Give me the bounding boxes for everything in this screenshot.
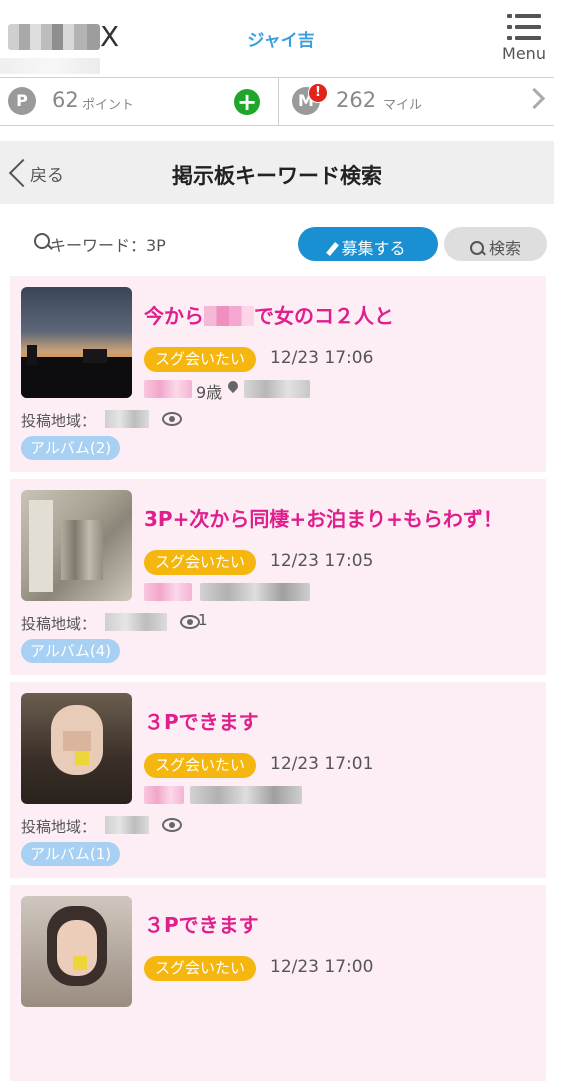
censored-text xyxy=(204,306,254,326)
post-profile-info xyxy=(144,784,539,806)
mile-balance[interactable]: M ! 262 マイル xyxy=(279,78,554,125)
post-thumbnail[interactable] xyxy=(21,693,132,804)
post-profile-info xyxy=(144,581,539,603)
add-points-button[interactable]: + xyxy=(234,89,260,115)
search-icon xyxy=(34,233,50,249)
post-age: 9歳 xyxy=(196,383,223,402)
censored-profile xyxy=(200,583,310,601)
mile-value: 262 xyxy=(336,88,377,112)
search-button[interactable]: 検索 xyxy=(444,227,547,261)
censored-area xyxy=(105,816,149,834)
post-time: 12/23 17:00 xyxy=(270,957,374,977)
chevron-right-icon xyxy=(523,87,546,110)
alert-badge-icon: ! xyxy=(308,83,328,103)
censored-area xyxy=(105,410,149,428)
post-thumbnail[interactable] xyxy=(21,896,132,1007)
logo-sub-blur xyxy=(0,58,100,74)
menu-label: Menu xyxy=(502,44,546,63)
menu-button[interactable]: Menu xyxy=(500,14,548,64)
censored-area xyxy=(105,613,167,631)
post-thumbnail[interactable] xyxy=(21,490,132,601)
mile-unit: マイル xyxy=(383,98,423,113)
menu-icon xyxy=(507,14,541,42)
app-header: X ジャイ吉 Menu xyxy=(0,0,562,78)
post-title-part: 今から xyxy=(144,304,204,328)
post-time: 12/23 17:05 xyxy=(270,551,374,571)
post-title[interactable]: ３Pできます xyxy=(144,909,539,938)
meet-now-tag: スグ会いたい xyxy=(144,550,256,575)
area-label: 投稿地域： xyxy=(21,412,97,430)
post-time: 12/23 17:01 xyxy=(270,754,374,774)
censored-profile xyxy=(190,786,302,804)
point-value: 62 xyxy=(52,88,79,112)
post-title[interactable]: ３Pできます xyxy=(144,706,539,735)
area-label: 投稿地域： xyxy=(21,615,97,633)
post-title-part: で女のコ２人と xyxy=(254,304,394,328)
eye-icon xyxy=(162,818,182,832)
meet-now-tag: スグ会いたい xyxy=(144,347,256,372)
album-tag[interactable]: アルバム(4) xyxy=(21,639,121,663)
post-profile-info: 9歳 xyxy=(144,378,539,402)
view-count: 1 xyxy=(198,611,208,629)
album-tag[interactable]: アルバム(2) xyxy=(21,436,121,460)
meet-now-tag: スグ会いたい xyxy=(144,753,256,778)
meet-now-tag: スグ会いたい xyxy=(144,956,256,981)
search-label: 検索 xyxy=(488,239,521,258)
recruit-label: 募集する xyxy=(341,239,406,258)
points-bar: P 62 ポイント + M ! 262 マイル xyxy=(0,77,554,126)
search-icon xyxy=(469,241,484,255)
eye-icon xyxy=(180,615,200,629)
post-title[interactable]: 3P+次から同棲+お泊まり+もらわず！ xyxy=(144,503,539,532)
censored-location xyxy=(244,380,310,398)
title-bar: 戻る 掲示板キーワード検索 xyxy=(0,141,554,204)
post-item[interactable]: 3P+次から同棲+お泊まり+もらわず！ スグ会いたい 12/23 17:05 投… xyxy=(10,479,546,675)
post-item[interactable]: ３Pできます スグ会いたい 12/23 17:00 xyxy=(10,885,546,1081)
eye-icon xyxy=(162,412,182,426)
post-thumbnail[interactable] xyxy=(21,287,132,398)
censored-name xyxy=(144,380,192,398)
user-name[interactable]: ジャイ吉 xyxy=(0,26,562,51)
album-tag[interactable]: アルバム(1) xyxy=(21,842,121,866)
recruit-button[interactable]: 募集する xyxy=(298,227,438,261)
post-item[interactable]: 今から で女のコ２人と スグ会いたい 12/23 17:06 9歳 投稿地域： ア… xyxy=(10,276,546,472)
area-label: 投稿地域： xyxy=(21,818,97,836)
post-time: 12/23 17:06 xyxy=(270,348,374,368)
page-title: 掲示板キーワード検索 xyxy=(172,164,382,188)
search-row: キーワード：3P 募集する 検索 xyxy=(0,222,562,264)
pencil-icon xyxy=(326,242,340,256)
censored-name xyxy=(144,786,184,804)
location-pin-icon xyxy=(225,378,241,394)
post-title[interactable]: 今から で女のコ２人と xyxy=(144,300,539,329)
censored-name xyxy=(144,583,192,601)
point-balance[interactable]: P 62 ポイント + xyxy=(0,78,279,125)
keyword-text: キーワード：3P xyxy=(50,236,166,255)
point-unit: ポイント xyxy=(82,98,135,113)
point-coin-icon: P xyxy=(8,87,36,115)
post-item[interactable]: ３Pできます スグ会いたい 12/23 17:01 投稿地域： アルバム(1) xyxy=(10,682,546,878)
